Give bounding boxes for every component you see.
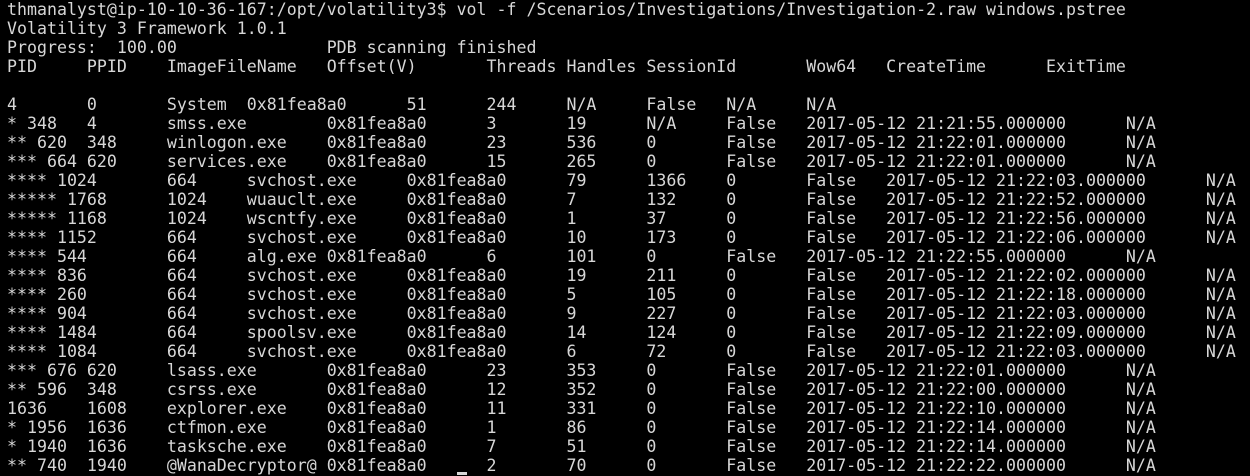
text-cursor [457, 472, 467, 475]
command-line: thmanalyst@ip-10-10-36-167:/opt/volatili… [7, 0, 1250, 19]
table-header: PID PPID ImageFileName Offset(V) Threads… [7, 57, 1126, 76]
table-row: **** 260 664 svchost.exe 0x81fea8a0 5 10… [7, 285, 1236, 304]
table-row: **** 1084 664 svchost.exe 0x81fea8a0 6 7… [7, 342, 1236, 361]
output-line: Volatility 3 Framework 1.0.1 [7, 19, 287, 38]
table-row: ** 620 348 winlogon.exe 0x81fea8a0 23 53… [7, 133, 1156, 152]
output-line: Progress: 100.00 PDB scanning finished [7, 38, 537, 57]
table-row: * 348 4 smss.exe 0x81fea8a0 3 19 N/A Fal… [7, 114, 1156, 133]
command-text: vol -f /Scenarios/Investigations/Investi… [446, 0, 1126, 19]
terminal-window[interactable]: thmanalyst@ip-10-10-36-167:/opt/volatili… [0, 0, 1250, 476]
table-row: * 1940 1636 tasksche.exe 0x81fea8a0 7 51… [7, 437, 1156, 456]
table-row: **** 1152 664 svchost.exe 0x81fea8a0 10 … [7, 228, 1236, 247]
table-row: **** 904 664 svchost.exe 0x81fea8a0 9 22… [7, 304, 1236, 323]
table-row: **** 1484 664 spoolsv.exe 0x81fea8a0 14 … [7, 323, 1236, 342]
table-row: * 1956 1636 ctfmon.exe 0x81fea8a0 1 86 0… [7, 418, 1156, 437]
table-row: **** 836 664 svchost.exe 0x81fea8a0 19 2… [7, 266, 1236, 285]
table-row: ** 596 348 csrss.exe 0x81fea8a0 12 352 0… [7, 380, 1156, 399]
table-row: *** 676 620 lsass.exe 0x81fea8a0 23 353 … [7, 361, 1156, 380]
table-row: **** 1024 664 svchost.exe 0x81fea8a0 79 … [7, 171, 1236, 190]
table-row: *** 664 620 services.exe 0x81fea8a0 15 2… [7, 152, 1156, 171]
table-row: 4 0 System 0x81fea8a0 51 244 N/A False N… [7, 95, 837, 114]
shell-prompt: thmanalyst@ip-10-10-36-167:/opt/volatili… [7, 0, 447, 19]
table-row: ***** 1168 1024 wscntfy.exe 0x81fea8a0 1… [7, 209, 1236, 228]
table-row: 1636 1608 explorer.exe 0x81fea8a0 11 331… [7, 399, 1156, 418]
table-row: ** 740 1940 @WanaDecryptor@ 0x81fea8a0 2… [7, 456, 1156, 475]
table-row: **** 544 664 alg.exe 0x81fea8a0 6 101 0 … [7, 247, 1156, 266]
table-row: ***** 1768 1024 wuauclt.exe 0x81fea8a0 7… [7, 190, 1236, 209]
